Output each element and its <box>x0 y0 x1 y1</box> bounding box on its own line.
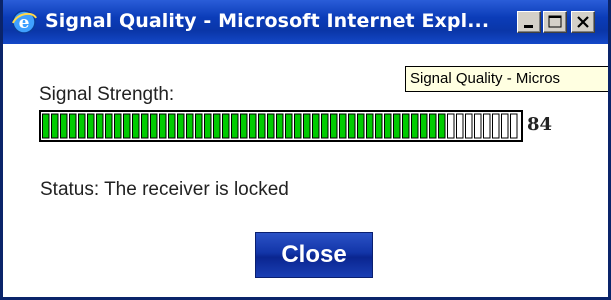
title-tooltip: Signal Quality - Micros <box>405 66 608 92</box>
meter-segment-filled <box>51 113 59 139</box>
meter-segment-filled <box>222 113 230 139</box>
meter-segment-filled <box>123 113 131 139</box>
meter-segment-filled <box>339 113 347 139</box>
meter-segment-filled <box>96 113 104 139</box>
meter-segment-filled <box>195 113 203 139</box>
meter-segment-filled <box>258 113 266 139</box>
meter-segment-filled <box>366 113 374 139</box>
meter-segment-filled <box>285 113 293 139</box>
maximize-icon <box>548 15 562 28</box>
dialog-content: Signal Quality - Micros Signal Strength:… <box>3 44 608 297</box>
close-button[interactable]: Close <box>255 232 373 278</box>
meter-segment-filled <box>348 113 356 139</box>
meter-segment-empty <box>510 113 518 139</box>
meter-segment-filled <box>276 113 284 139</box>
signal-strength-label: Signal Strength: <box>39 84 175 105</box>
meter-segment-filled <box>303 113 311 139</box>
close-icon <box>577 16 589 28</box>
maximize-button[interactable] <box>543 11 567 33</box>
meter-segment-filled <box>168 113 176 139</box>
meter-segment-filled <box>267 113 275 139</box>
meter-segment-filled <box>411 113 419 139</box>
meter-segment-filled <box>213 113 221 139</box>
meter-segment-filled <box>69 113 77 139</box>
title-bar[interactable]: e Signal Quality - Microsoft Internet Ex… <box>3 0 608 44</box>
meter-segment-filled <box>375 113 383 139</box>
internet-explorer-icon: e <box>11 9 37 35</box>
meter-segment-empty <box>447 113 455 139</box>
meter-segment-filled <box>78 113 86 139</box>
meter-segment-empty <box>465 113 473 139</box>
meter-segment-filled <box>87 113 95 139</box>
meter-segment-empty <box>474 113 482 139</box>
meter-segment-empty <box>483 113 491 139</box>
receiver-status-text: Status: The receiver is locked <box>40 179 289 200</box>
meter-segment-filled <box>114 113 122 139</box>
meter-segment-filled <box>249 113 257 139</box>
meter-segment-filled <box>393 113 401 139</box>
meter-segment-filled <box>321 113 329 139</box>
meter-segment-filled <box>60 113 68 139</box>
minimize-button[interactable] <box>517 11 541 33</box>
meter-segment-empty <box>456 113 464 139</box>
meter-segment-filled <box>204 113 212 139</box>
meter-segment-filled <box>429 113 437 139</box>
signal-strength-meter <box>39 110 523 142</box>
meter-segment-filled <box>231 113 239 139</box>
meter-segment-filled <box>186 113 194 139</box>
meter-segment-filled <box>42 113 50 139</box>
meter-segment-filled <box>240 113 248 139</box>
meter-segment-filled <box>150 113 158 139</box>
meter-segment-filled <box>420 113 428 139</box>
meter-segment-filled <box>402 113 410 139</box>
signal-quality-window: e Signal Quality - Microsoft Internet Ex… <box>0 0 611 300</box>
signal-strength-value: 84 <box>527 114 553 135</box>
meter-segment-filled <box>132 113 140 139</box>
meter-segment-filled <box>384 113 392 139</box>
meter-segment-empty <box>492 113 500 139</box>
meter-segment-filled <box>294 113 302 139</box>
close-window-button[interactable] <box>571 11 595 33</box>
meter-segment-filled <box>330 113 338 139</box>
meter-segment-filled <box>312 113 320 139</box>
window-title: Signal Quality - Microsoft Internet Expl… <box>45 10 490 32</box>
meter-segment-filled <box>177 113 185 139</box>
minimize-icon <box>524 25 533 28</box>
meter-segment-filled <box>159 113 167 139</box>
meter-segment-filled <box>105 113 113 139</box>
meter-segment-filled <box>141 113 149 139</box>
meter-segment-filled <box>438 113 446 139</box>
meter-segment-empty <box>501 113 509 139</box>
meter-segment-filled <box>357 113 365 139</box>
